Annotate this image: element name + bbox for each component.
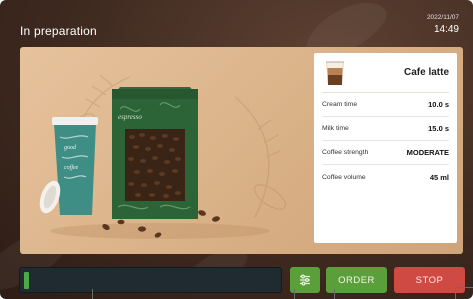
coffee-bag-illustration: espresso <box>112 87 198 219</box>
info-label: Coffee volume <box>322 173 366 181</box>
info-label: Cream time <box>322 101 358 108</box>
clock-time: 14:49 <box>433 24 459 35</box>
info-label: Milk time <box>322 125 349 132</box>
info-value: MODERATE <box>406 148 449 157</box>
sliders-icon <box>300 274 310 286</box>
info-row-milk-time: Milk time 15.0 s <box>322 117 449 141</box>
clock: 2022/11/07 14:49 <box>427 14 459 35</box>
svg-text:good: good <box>64 145 77 151</box>
info-row-coffee-volume: Coffee volume 45 ml <box>322 165 449 189</box>
svg-text:espresso: espresso <box>118 113 142 121</box>
info-value: 10.0 s <box>428 100 449 109</box>
touch-marker <box>294 289 295 299</box>
svg-text:coffee: coffee <box>64 164 79 171</box>
info-value: 15.0 s <box>428 124 449 133</box>
content-panel: espresso good coffee Cafe latte Cream ti… <box>20 47 463 254</box>
machine-screen: In preparation 2022/11/07 14:49 espresso <box>0 0 473 299</box>
product-header: Cafe latte <box>322 53 449 93</box>
info-label: Coffee strength <box>322 149 369 156</box>
preparation-progress-bar <box>19 267 282 293</box>
clock-date: 2022/11/07 <box>426 14 459 21</box>
product-illustration: espresso good coffee <box>39 74 287 239</box>
latte-glass-icon <box>326 61 344 85</box>
touch-marker <box>455 287 456 299</box>
touch-marker <box>334 289 335 299</box>
product-name: Cafe latte <box>403 67 449 78</box>
product-info-card: Cafe latte Cream time 10.0 s Milk time 1… <box>314 53 457 243</box>
paper-cup-illustration: good coffee <box>52 117 98 215</box>
status-title: In preparation <box>20 24 97 38</box>
info-row-coffee-strength: Coffee strength MODERATE <box>322 141 449 165</box>
progress-fill <box>24 272 30 289</box>
info-value: 45 ml <box>429 172 449 182</box>
info-row-cream-time: Cream time 10.0 s <box>322 93 449 117</box>
touch-marker <box>92 289 93 299</box>
order-button[interactable]: ORDER <box>326 267 387 293</box>
touch-marker <box>455 287 473 288</box>
